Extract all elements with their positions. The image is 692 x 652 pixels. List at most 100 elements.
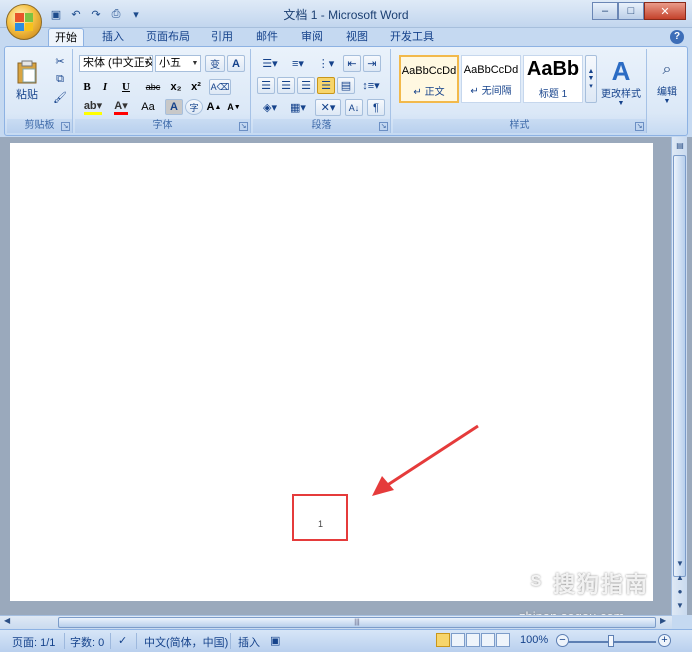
scroll-left-icon[interactable]: ◀ (4, 616, 10, 625)
phonetic-guide-button[interactable]: 变 (205, 55, 225, 72)
bold-button[interactable]: B (79, 79, 95, 95)
tab-home[interactable]: 开始 (48, 28, 84, 46)
distributed-icon[interactable]: ▤ (337, 77, 355, 94)
window-controls: – □ ✕ (592, 2, 686, 20)
horizontal-scroll-thumb[interactable]: ||| (58, 617, 656, 628)
clear-formatting-icon[interactable]: A⌫ (209, 79, 231, 95)
align-left-icon[interactable]: ☰ (257, 77, 275, 94)
next-page-icon[interactable]: ▼ (672, 599, 688, 613)
superscript-button[interactable]: x² (187, 79, 205, 95)
font-size-combo[interactable]: 小五 ▼ (155, 55, 201, 72)
insert-mode[interactable]: 插入 (238, 634, 260, 650)
zoom-level[interactable]: 100% (520, 634, 548, 646)
help-icon[interactable]: ? (670, 30, 684, 44)
numbering-icon[interactable]: ≡▾ (285, 55, 311, 72)
paste-button[interactable]: 粘贴 (11, 53, 43, 109)
line-spacing-icon[interactable]: ↕≡▾ (357, 77, 385, 94)
show-marks-icon[interactable]: ¶ (367, 99, 385, 116)
tab-page-layout[interactable]: 页面布局 (140, 28, 196, 46)
close-button[interactable]: ✕ (644, 2, 686, 20)
character-border-button[interactable]: A (227, 55, 245, 72)
zoom-in-button[interactable]: + (658, 634, 671, 647)
tab-view[interactable]: 视图 (340, 28, 374, 46)
subscript-button[interactable]: x₂ (167, 79, 185, 95)
style-sample: AaBb (526, 58, 580, 80)
grow-arrow-icon: ▲ (214, 103, 222, 111)
word-count[interactable]: 字数: 0 (70, 634, 104, 650)
tab-review[interactable]: 审阅 (295, 28, 329, 46)
underline-button[interactable]: U (115, 79, 137, 95)
shrink-font-button[interactable]: A ▼ (225, 99, 243, 115)
highlight-color-button[interactable]: ab▾ (79, 99, 107, 115)
office-button[interactable] (6, 4, 42, 40)
italic-button[interactable]: I (97, 79, 113, 95)
status-divider (230, 633, 231, 649)
style-name: ↵ 正文 (413, 87, 445, 98)
font-name-combo[interactable]: 宋体 (中文正文 ▼ (79, 55, 153, 72)
change-styles-button[interactable]: A 更改样式 ▼ (599, 53, 643, 111)
style-no-spacing[interactable]: AaBbCcDd ↵ 无间隔 (461, 55, 521, 103)
increase-indent-icon[interactable]: ⇥ (363, 55, 381, 72)
font-color-icon: A▾ (114, 99, 128, 115)
draft-view-icon[interactable] (496, 633, 510, 647)
shading-icon[interactable]: ◈▾ (257, 99, 283, 116)
style-normal[interactable]: AaBbCcDd ↵ 正文 (399, 55, 459, 103)
tab-developer[interactable]: 开发工具 (384, 28, 440, 46)
language[interactable]: 中文(简体，中国) (144, 634, 228, 650)
spelling-check-icon[interactable]: ✓ (118, 634, 127, 647)
font-color-button[interactable]: A▾ (109, 99, 133, 115)
font-launcher-icon[interactable]: ↘ (239, 122, 248, 131)
scroll-right-icon[interactable]: ▶ (660, 616, 666, 625)
align-center-icon[interactable]: ☰ (277, 77, 295, 94)
style-sample: AaBbCcDd (463, 64, 519, 76)
scroll-down-icon[interactable]: ▼ (672, 557, 688, 571)
decrease-indent-icon[interactable]: ⇤ (343, 55, 361, 72)
web-layout-icon[interactable] (466, 633, 480, 647)
ribbon-tabs: 开始 插入 页面布局 引用 邮件 审阅 视图 开发工具 (0, 28, 692, 46)
paragraph-launcher-icon[interactable]: ↘ (379, 122, 388, 131)
paste-label: 粘贴 (16, 89, 38, 101)
horizontal-scrollbar[interactable]: ◀ ||| ▶ (0, 615, 672, 629)
minimize-button[interactable]: – (592, 2, 618, 20)
vertical-scrollbar[interactable]: ▤ ▼ ▲ ● ▼ (671, 137, 687, 615)
macro-record-icon[interactable]: ▣ (270, 634, 280, 647)
cut-icon[interactable]: ✂ (51, 53, 69, 69)
grow-font-button[interactable]: A ▲ (205, 99, 223, 115)
style-name: ↵ 无间隔 (470, 86, 512, 97)
character-shading-icon[interactable]: A (165, 99, 183, 115)
zoom-slider-thumb[interactable] (608, 635, 614, 647)
tab-references[interactable]: 引用 (205, 28, 239, 46)
print-layout-icon[interactable] (436, 633, 450, 647)
format-painter-icon[interactable]: 🖌 (51, 89, 69, 105)
chinese-layout-icon[interactable]: ✕▾ (315, 99, 341, 116)
styles-launcher-icon[interactable]: ↘ (635, 122, 644, 131)
vertical-scroll-thumb[interactable] (673, 155, 686, 577)
tab-insert[interactable]: 插入 (96, 28, 130, 46)
editing-button[interactable]: ⌕ 编辑 ▼ (651, 53, 683, 113)
browse-object-icon[interactable]: ● (672, 585, 688, 599)
enclose-characters-button[interactable]: 字 (185, 99, 203, 115)
view-buttons (436, 633, 511, 647)
tab-mailings[interactable]: 邮件 (250, 28, 284, 46)
copy-icon[interactable]: ⧉ (51, 71, 69, 87)
maximize-button[interactable]: □ (618, 2, 644, 20)
ruler-toggle-icon[interactable]: ▤ (672, 139, 688, 153)
page-count[interactable]: 页面: 1/1 (12, 634, 55, 650)
sort-icon[interactable]: A↓ (345, 99, 363, 116)
change-case-button[interactable]: Aa (135, 99, 161, 115)
style-sample: AaBbCcDd (401, 65, 457, 77)
clipboard-launcher-icon[interactable]: ↘ (61, 122, 70, 131)
styles-scroll[interactable]: ▲ ▼ ▾ (585, 55, 597, 103)
change-styles-icon: A (611, 56, 631, 86)
style-name: 标题 1 (538, 89, 568, 100)
multilevel-list-icon[interactable]: ⋮▾ (313, 55, 339, 72)
borders-icon[interactable]: ▦▾ (285, 99, 311, 116)
full-screen-reading-icon[interactable] (451, 633, 465, 647)
align-right-icon[interactable]: ☰ (297, 77, 315, 94)
style-heading-1[interactable]: AaBb 标题 1 (523, 55, 583, 103)
outline-view-icon[interactable] (481, 633, 495, 647)
previous-page-icon[interactable]: ▲ (672, 571, 688, 585)
justify-icon[interactable]: ☰ (317, 77, 335, 94)
strikethrough-button[interactable]: abc (141, 79, 165, 95)
bullets-icon[interactable]: ☰▾ (257, 55, 283, 72)
